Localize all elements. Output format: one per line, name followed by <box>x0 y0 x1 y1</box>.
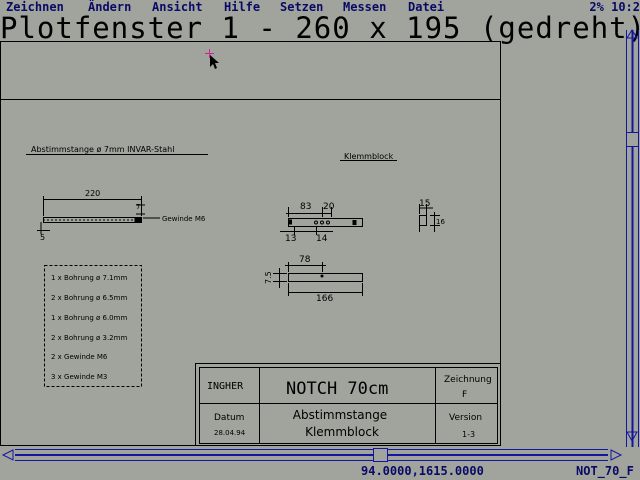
dim-bottom-a: 78 <box>299 255 311 265</box>
tb-version-value: 1-3 <box>462 430 475 439</box>
scroll-left-icon[interactable] <box>1 449 14 461</box>
drawing-stroke <box>320 220 324 225</box>
hole-line: 1 x Bohrung ø 6.0mm <box>51 314 127 322</box>
dim-bottom-len: 166 <box>316 294 333 304</box>
vertical-scroll-thumb[interactable] <box>626 132 639 147</box>
dim-side-h: 16 <box>436 218 445 226</box>
tb-desc-line2: Klemmblock <box>305 425 379 439</box>
hole-line: 3 x Gewinde M3 <box>51 373 107 381</box>
drawing-stroke <box>314 220 318 225</box>
hole-line: 2 x Gewinde M6 <box>51 353 108 361</box>
tb-datum-label: Datum <box>214 413 244 423</box>
dim-bottom-h: 7.5 <box>264 271 273 284</box>
drawing-stroke <box>0 41 501 446</box>
dim-rod-dia: 7 <box>136 203 140 211</box>
mouse-cursor <box>205 49 219 69</box>
holes-table <box>44 265 142 387</box>
drawing-frame <box>0 41 501 446</box>
dim-rod-end: 5 <box>40 233 45 242</box>
drawing-canvas[interactable]: Abstimmstange ø 7mm INVAR-Stahl Klemmblo… <box>0 0 640 480</box>
vertical-scrollbar <box>626 30 639 447</box>
scroll-right-icon[interactable] <box>610 449 623 461</box>
status-coordinates: 94.0000,1615.0000 <box>361 464 484 478</box>
hole-line: 2 x Bohrung ø 6.5mm <box>51 294 127 302</box>
block-drawing <box>280 207 363 235</box>
drawing-stroke <box>320 274 324 278</box>
dim-block-c: 13 <box>285 234 296 244</box>
hole-line: 1 x Bohrung ø 7.1mm <box>51 274 127 282</box>
horizontal-scrollbar <box>15 449 608 461</box>
drawing-stroke <box>134 217 142 223</box>
drawing-stroke <box>326 220 330 225</box>
tb-name: NOTCH 70cm <box>286 379 388 399</box>
drawing-stroke <box>419 215 427 226</box>
part2-title: Klemmblock <box>344 152 394 161</box>
dim-block-b: 20 <box>323 202 335 212</box>
drawing-stroke <box>352 220 357 225</box>
dim-block-d: 14 <box>316 234 328 244</box>
hole-line: 2 x Bohrung ø 3.2mm <box>51 334 127 342</box>
dim-side-w: 15 <box>419 199 430 209</box>
tb-zeichnung-value: F <box>462 390 467 400</box>
dim-rod-length: 220 <box>85 189 100 198</box>
label-thread: Gewinde M6 <box>162 215 206 223</box>
tb-company: INGHER <box>207 381 244 392</box>
tb-zeichnung-label: Zeichnung <box>444 375 492 385</box>
drawing-stroke <box>210 55 219 69</box>
drawing-stroke <box>288 219 292 225</box>
tb-datum-value: 28.04.94 <box>214 429 246 437</box>
rod-drawing <box>37 196 160 234</box>
drawing-stroke <box>288 273 363 282</box>
block-bottom-drawing <box>273 262 363 296</box>
tb-desc-line1: Abstimmstange <box>293 408 387 422</box>
dim-block-a: 83 <box>300 202 311 212</box>
tb-version-label: Version <box>449 413 482 423</box>
horizontal-scroll-thumb[interactable] <box>373 448 388 462</box>
status-filename: NOT_70_F <box>576 464 634 478</box>
drawing-stroke <box>288 218 363 227</box>
part1-title: Abstimmstange ø 7mm INVAR-Stahl <box>31 145 174 154</box>
